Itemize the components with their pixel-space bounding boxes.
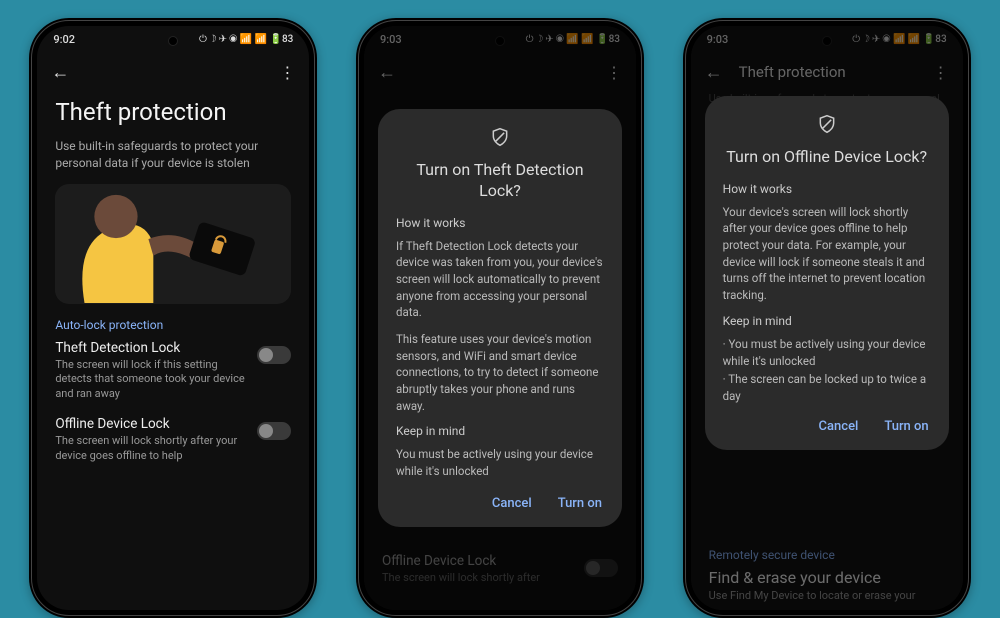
status-icons: ⏻ ☽ ✈ ◉ 📶 📶 🔋83 (199, 34, 293, 45)
status-time: 9:02 (53, 33, 75, 46)
camera-hole (168, 36, 178, 46)
setting-title: Offline Device Lock (55, 416, 247, 432)
shield-icon (723, 114, 931, 139)
screen-2: 9:03 ⏻ ☽ ✈ ◉ 📶 📶 🔋83 ← ⋮ Offline Device … (364, 26, 636, 610)
dialog-heading: Keep in mind (723, 314, 931, 328)
dialog-title: Turn on Offline Device Lock? (723, 147, 931, 168)
setting-desc: The screen will lock if this setting det… (55, 358, 247, 403)
dialog-title: Turn on Theft Detection Lock? (396, 160, 604, 202)
dialog-theft-detection: Turn on Theft Detection Lock? How it wor… (378, 109, 622, 527)
turn-on-button[interactable]: Turn on (556, 490, 604, 517)
app-bar: ← ⋮ (37, 52, 309, 92)
dialog-scrim[interactable]: Turn on Offline Device Lock? How it work… (691, 26, 963, 610)
page-title: Theft protection (55, 98, 291, 126)
setting-theft-detection-lock[interactable]: Theft Detection Lock The screen will loc… (55, 340, 291, 403)
dialog-bullet: · You must be actively using your device… (723, 336, 931, 369)
illustration (55, 184, 291, 304)
cancel-button[interactable]: Cancel (817, 413, 861, 440)
toggle-offline-lock[interactable] (257, 422, 291, 440)
phone-2: 9:03 ⏻ ☽ ✈ ◉ 📶 📶 🔋83 ← ⋮ Offline Device … (356, 18, 644, 618)
dialog-text: If Theft Detection Lock detects your dev… (396, 238, 604, 321)
phone-3: 9:03 ⏻ ☽ ✈ ◉ 📶 📶 🔋83 ← Theft protection … (683, 18, 971, 618)
setting-desc: The screen will lock shortly after your … (55, 434, 247, 464)
toggle-theft-detection[interactable] (257, 346, 291, 364)
phone-1: 9:02 ⏻ ☽ ✈ ◉ 📶 📶 🔋83 ← ⋮ Theft protectio… (29, 18, 317, 618)
turn-on-button[interactable]: Turn on (882, 413, 930, 440)
dialog-heading: How it works (723, 182, 931, 196)
dialog-bullet: · The screen can be locked up to twice a… (723, 371, 931, 404)
dialog-text: Your device's screen will lock shortly a… (723, 204, 931, 304)
cancel-button[interactable]: Cancel (490, 490, 534, 517)
dialog-text: This feature uses your device's motion s… (396, 331, 604, 414)
setting-offline-device-lock[interactable]: Offline Device Lock The screen will lock… (55, 416, 291, 464)
dialog-heading: Keep in mind (396, 424, 604, 438)
page-subtitle: Use built-in safeguards to protect your … (55, 138, 291, 172)
dialog-heading: How it works (396, 216, 604, 230)
back-icon[interactable]: ← (51, 62, 69, 83)
screen-3: 9:03 ⏻ ☽ ✈ ◉ 📶 📶 🔋83 ← Theft protection … (691, 26, 963, 610)
dialog-offline-lock: Turn on Offline Device Lock? How it work… (705, 96, 949, 450)
shield-icon (396, 127, 604, 152)
setting-title: Theft Detection Lock (55, 340, 247, 356)
overflow-menu-icon[interactable]: ⋮ (279, 63, 295, 82)
dialog-scrim[interactable]: Turn on Theft Detection Lock? How it wor… (364, 26, 636, 610)
dialog-text: You must be actively using your device w… (396, 446, 604, 479)
section-label-autolock: Auto-lock protection (55, 318, 291, 332)
screen-1: 9:02 ⏻ ☽ ✈ ◉ 📶 📶 🔋83 ← ⋮ Theft protectio… (37, 26, 309, 610)
